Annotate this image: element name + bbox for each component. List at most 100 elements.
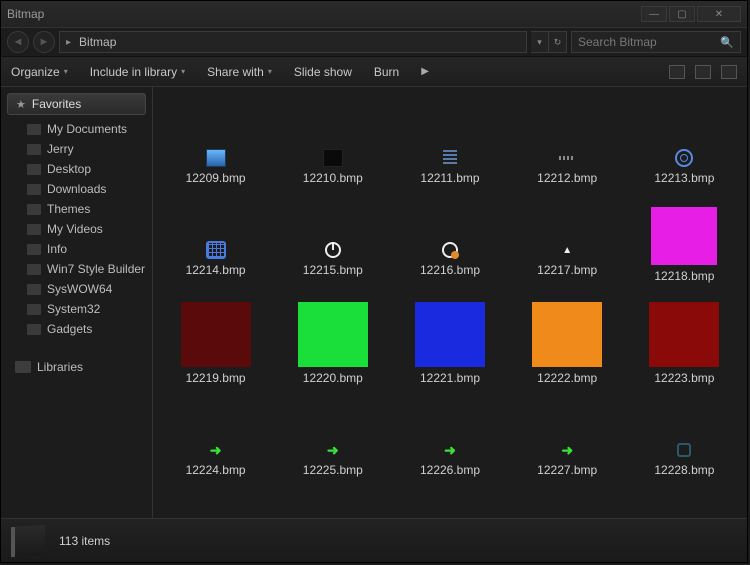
folder-icon	[27, 264, 41, 275]
minimize-button[interactable]: —	[641, 6, 667, 22]
sidebar-item[interactable]: Win7 Style Builder	[1, 259, 152, 279]
file-thumbnail: ➜	[323, 441, 343, 459]
file-item[interactable]: ➜ 12225.bmp	[274, 385, 391, 477]
file-thumbnail	[440, 149, 460, 167]
file-item[interactable]: 12221.bmp	[391, 283, 508, 385]
sidebar-item[interactable]: My Videos	[1, 219, 152, 239]
file-name: 12215.bmp	[303, 263, 363, 277]
file-item[interactable]: 12220.bmp	[274, 283, 391, 385]
sidebar-item-label: Gadgets	[47, 322, 92, 336]
slideshow-button[interactable]: Slide show	[294, 65, 352, 79]
file-thumbnail: ▲	[557, 241, 577, 259]
file-thumbnail	[674, 441, 694, 459]
item-count: 113 items	[59, 534, 110, 548]
sidebar-item-label: My Videos	[47, 222, 103, 236]
include-in-library-menu[interactable]: Include in library▾	[90, 65, 185, 79]
sidebar-item-label: My Documents	[47, 122, 127, 136]
back-button[interactable]: ◄	[7, 31, 29, 53]
file-name: 12227.bmp	[537, 463, 597, 477]
file-item[interactable]: 12219.bmp	[157, 283, 274, 385]
sidebar-item[interactable]: Desktop	[1, 159, 152, 179]
folder-icon	[27, 284, 41, 295]
burn-button[interactable]: Burn	[374, 65, 399, 79]
file-list[interactable]: 12209.bmp12210.bmp12211.bmp12212.bmp1221…	[153, 87, 747, 518]
favorites-label: Favorites	[32, 97, 81, 111]
file-thumbnail: ➜	[206, 441, 226, 459]
file-name: 12228.bmp	[654, 463, 714, 477]
file-item[interactable]: 12222.bmp	[509, 283, 626, 385]
share-with-menu[interactable]: Share with▾	[207, 65, 272, 79]
file-item[interactable]: 12212.bmp	[509, 93, 626, 185]
file-name: 12216.bmp	[420, 263, 480, 277]
file-item[interactable]: ▲ 12217.bmp	[509, 185, 626, 277]
sidebar-item-label: Jerry	[47, 142, 74, 156]
address-bar[interactable]: ▸ Bitmap	[59, 31, 527, 53]
sidebar-item-label: Info	[47, 242, 67, 256]
folder-icon	[27, 184, 41, 195]
file-name: 12218.bmp	[654, 269, 714, 283]
sidebar-item[interactable]: Info	[1, 239, 152, 259]
file-item[interactable]: ➜12226.bmp	[391, 385, 508, 477]
sidebar-item[interactable]: Themes	[1, 199, 152, 219]
preview-pane-button[interactable]	[695, 65, 711, 79]
file-item[interactable]: 12218.bmp	[626, 185, 743, 283]
file-item[interactable]: 12209.bmp	[157, 93, 274, 185]
explorer-window: Bitmap — ▢ ✕ ◄ ► ▸ Bitmap ▾ ↻ Search Bit…	[0, 0, 748, 563]
file-thumbnail	[323, 241, 343, 259]
favorites-header[interactable]: ★ Favorites	[7, 93, 146, 115]
file-item[interactable]: 12228.bmp	[626, 385, 743, 477]
search-icon: 🔍	[720, 36, 734, 49]
sidebar-item[interactable]: SysWOW64	[1, 279, 152, 299]
file-thumbnail	[532, 302, 602, 367]
file-name: 12219.bmp	[186, 371, 246, 385]
sidebar-item-label: Win7 Style Builder	[47, 262, 145, 276]
file-item[interactable]: 12223.bmp	[626, 283, 743, 385]
navigation-pane: ★ Favorites My Documents Jerry DesktopDown…	[1, 87, 153, 518]
titlebar: Bitmap — ▢ ✕	[1, 1, 747, 27]
file-name: 12220.bmp	[303, 371, 363, 385]
file-item[interactable]: 12210.bmp	[274, 93, 391, 185]
libraries-header[interactable]: Libraries	[1, 357, 152, 377]
window-title: Bitmap	[7, 7, 44, 21]
maximize-button[interactable]: ▢	[669, 6, 695, 22]
search-placeholder: Search Bitmap	[578, 35, 657, 49]
file-name: 12224.bmp	[186, 463, 246, 477]
file-thumbnail	[181, 302, 251, 367]
search-input[interactable]: Search Bitmap 🔍	[571, 31, 741, 53]
file-thumbnail	[649, 302, 719, 367]
file-thumbnail: ➜	[557, 441, 577, 459]
file-item[interactable]: 12216.bmp	[391, 185, 508, 277]
view-options-button[interactable]	[669, 65, 685, 79]
file-item[interactable]: 12213.bmp	[626, 93, 743, 185]
refresh-button[interactable]: ↻	[549, 31, 567, 53]
file-name: 12223.bmp	[654, 371, 714, 385]
address-dropdown-button[interactable]: ▾	[531, 31, 549, 53]
file-name: 12225.bmp	[303, 463, 363, 477]
folder-icon	[27, 224, 41, 235]
sidebar-item[interactable]: System32	[1, 299, 152, 319]
libraries-label: Libraries	[37, 360, 83, 374]
breadcrumb-root-icon: ▸	[66, 37, 71, 48]
file-name: 12226.bmp	[420, 463, 480, 477]
toolbar-overflow-button[interactable]: ▶	[421, 66, 429, 77]
organize-menu[interactable]: Organize▾	[11, 65, 68, 79]
forward-button[interactable]: ►	[33, 31, 55, 53]
close-button[interactable]: ✕	[697, 6, 741, 22]
command-bar: Organize▾ Include in library▾ Share with…	[1, 57, 747, 87]
file-item[interactable]: 12215.bmp	[274, 185, 391, 277]
file-item[interactable]: 12214.bmp	[157, 185, 274, 277]
sidebar-item[interactable]: My Documents	[1, 119, 152, 139]
details-pane: 113 items	[1, 518, 747, 562]
file-thumbnail	[298, 302, 368, 367]
folder-icon	[27, 304, 41, 315]
sidebar-item[interactable]: Gadgets	[1, 319, 152, 339]
navbar: ◄ ► ▸ Bitmap ▾ ↻ Search Bitmap 🔍	[1, 27, 747, 57]
sidebar-item[interactable]: Downloads	[1, 179, 152, 199]
file-item[interactable]: ➜ 12224.bmp	[157, 385, 274, 477]
file-item[interactable]: ➜ 12227.bmp	[509, 385, 626, 477]
help-button[interactable]	[721, 65, 737, 79]
file-item[interactable]: 12211.bmp	[391, 93, 508, 185]
sidebar-item[interactable]: Jerry	[1, 139, 152, 159]
folder-icon	[27, 164, 41, 175]
file-name: 12217.bmp	[537, 263, 597, 277]
